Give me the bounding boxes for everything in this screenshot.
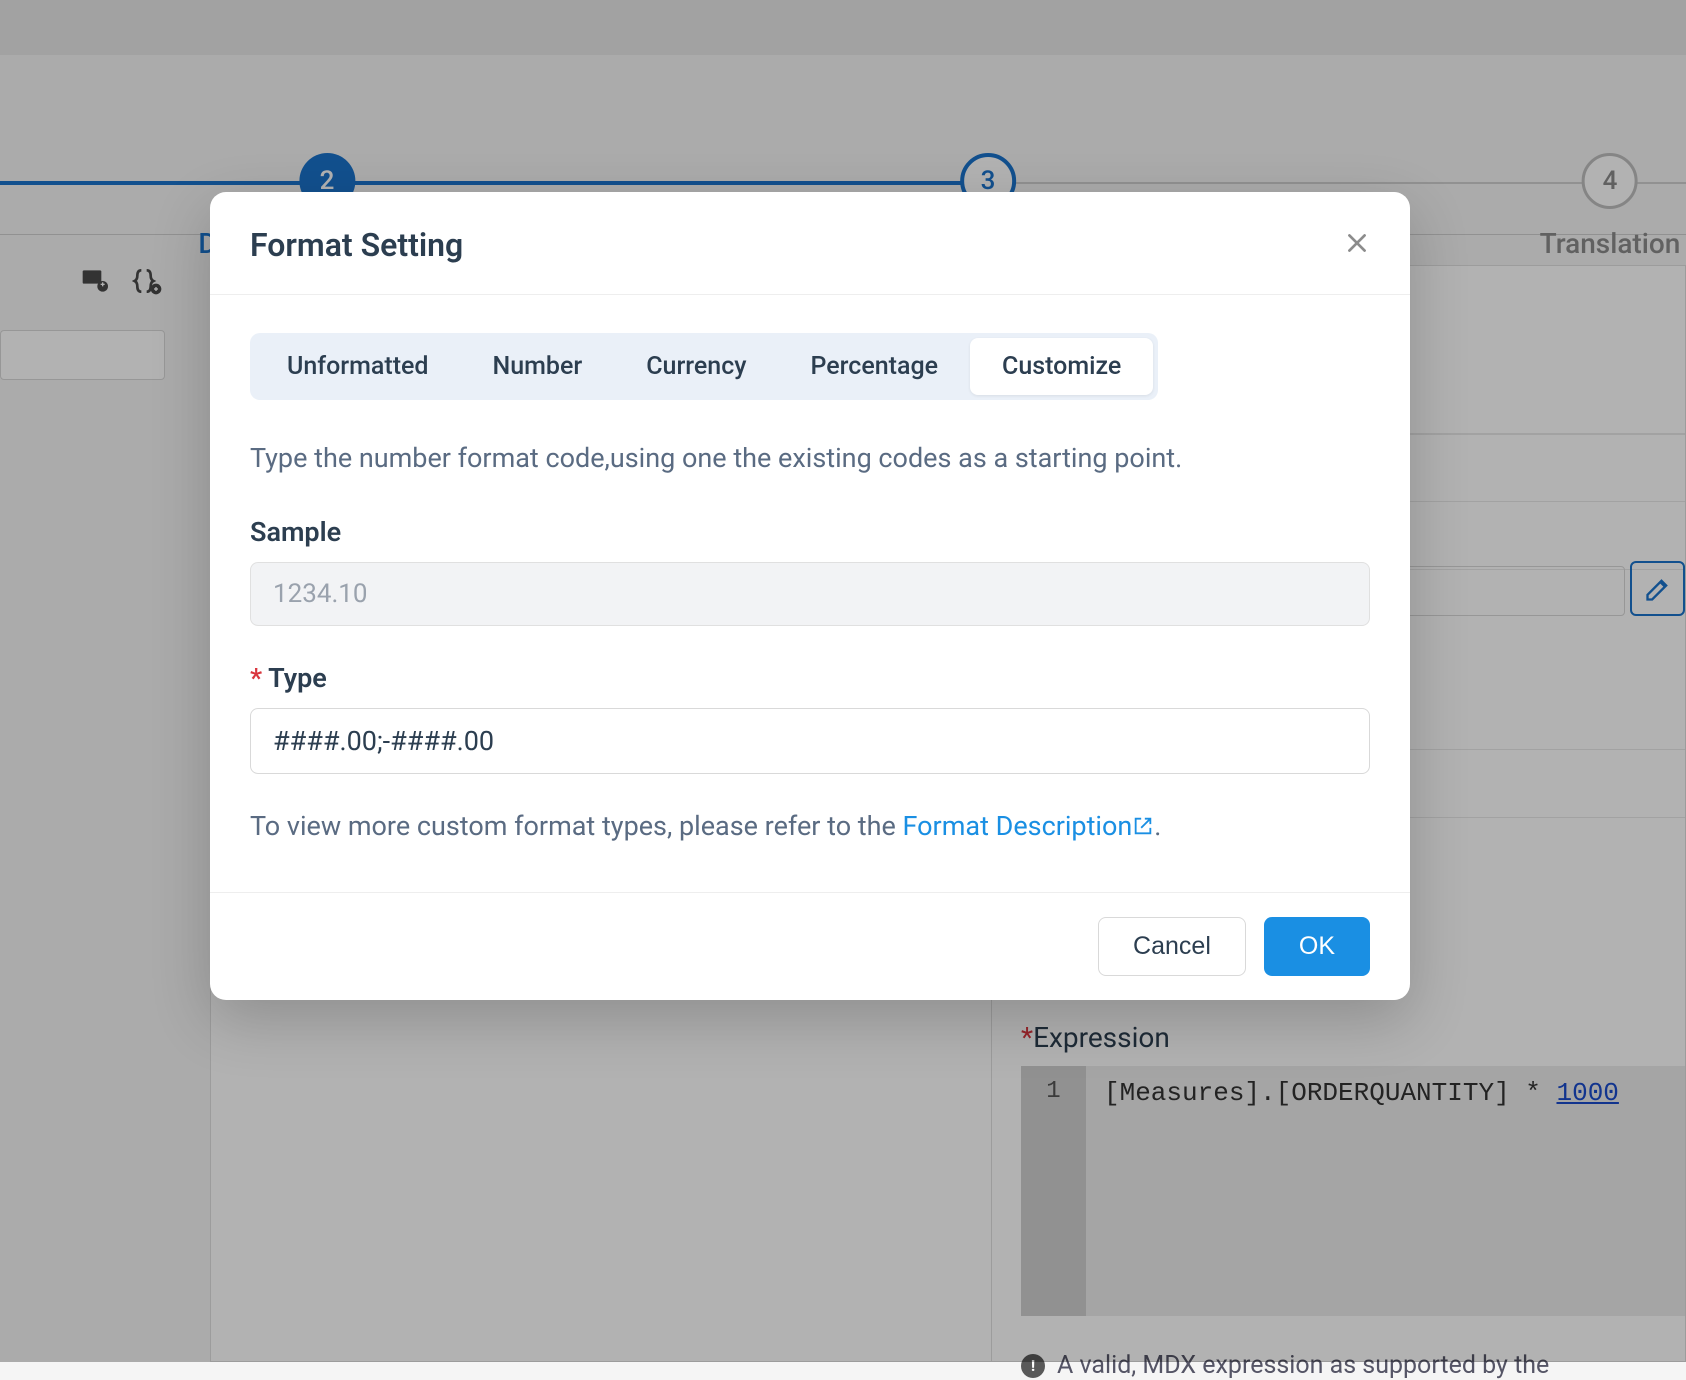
tab-percentage[interactable]: Percentage xyxy=(779,338,971,395)
type-input[interactable] xyxy=(250,708,1370,774)
format-tabs: Unformatted Number Currency Percentage C… xyxy=(250,333,1158,400)
dialog-title: Format Setting xyxy=(250,226,463,264)
sample-output: 1234.10 xyxy=(250,562,1370,626)
type-label: *Type xyxy=(250,662,1370,694)
external-link-icon xyxy=(1132,812,1154,844)
ok-button[interactable]: OK xyxy=(1264,917,1370,976)
tab-currency[interactable]: Currency xyxy=(614,338,778,395)
sample-label: Sample xyxy=(250,516,1370,548)
close-button[interactable] xyxy=(1344,230,1370,260)
format-description-link[interactable]: Format Description xyxy=(903,810,1155,842)
tab-number[interactable]: Number xyxy=(461,338,615,395)
tab-unformatted[interactable]: Unformatted xyxy=(255,338,461,395)
tab-customize[interactable]: Customize xyxy=(970,338,1153,395)
cancel-button[interactable]: Cancel xyxy=(1098,917,1246,976)
format-setting-dialog: Format Setting Unformatted Number Curren… xyxy=(210,192,1410,1000)
description-text: Type the number format code,using one th… xyxy=(250,440,1370,478)
footer-help-text: To view more custom format types, please… xyxy=(250,810,1370,844)
